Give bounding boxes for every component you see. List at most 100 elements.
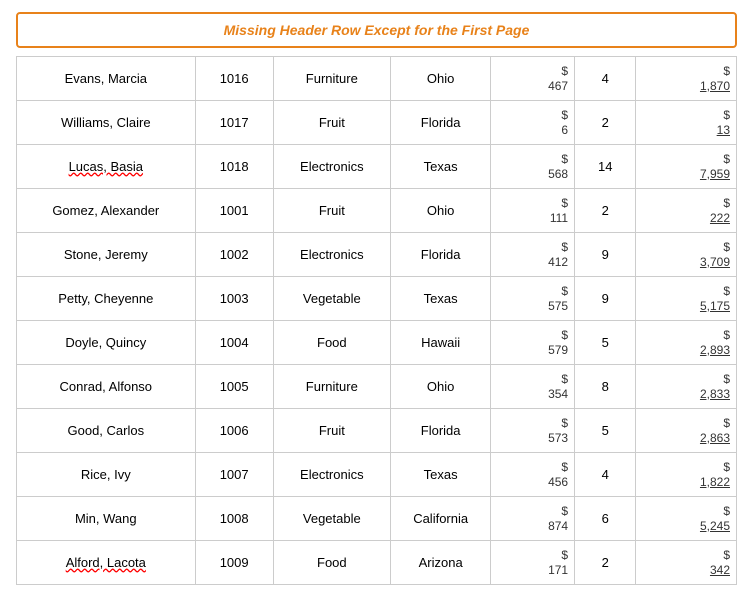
cell-category: Electronics: [273, 233, 390, 277]
cell-name: Petty, Cheyenne: [17, 277, 196, 321]
cell-state: Texas: [390, 145, 490, 189]
cell-id: 1008: [195, 497, 273, 541]
cell-price: $575: [491, 277, 575, 321]
cell-price: $456: [491, 453, 575, 497]
cell-qty: 2: [575, 101, 636, 145]
cell-state: Ohio: [390, 189, 490, 233]
cell-qty: 9: [575, 277, 636, 321]
cell-total: $5,175: [636, 277, 737, 321]
cell-qty: 5: [575, 321, 636, 365]
cell-qty: 4: [575, 57, 636, 101]
cell-state: Ohio: [390, 57, 490, 101]
cell-id: 1007: [195, 453, 273, 497]
table-row: Lucas, Basia1018ElectronicsTexas$56814$7…: [17, 145, 737, 189]
table-row: Stone, Jeremy1002ElectronicsFlorida$4129…: [17, 233, 737, 277]
cell-state: Florida: [390, 233, 490, 277]
cell-price: $568: [491, 145, 575, 189]
table-row: Evans, Marcia1016FurnitureOhio$4674$1,87…: [17, 57, 737, 101]
cell-state: Texas: [390, 453, 490, 497]
cell-category: Vegetable: [273, 497, 390, 541]
cell-id: 1004: [195, 321, 273, 365]
cell-price: $467: [491, 57, 575, 101]
table-row: Alford, Lacota1009FoodArizona$1712$342: [17, 541, 737, 585]
table-row: Gomez, Alexander1001FruitOhio$1112$222: [17, 189, 737, 233]
cell-category: Fruit: [273, 189, 390, 233]
cell-id: 1017: [195, 101, 273, 145]
cell-id: 1006: [195, 409, 273, 453]
cell-total: $3,709: [636, 233, 737, 277]
cell-id: 1016: [195, 57, 273, 101]
table-row: Conrad, Alfonso1005FurnitureOhio$3548$2,…: [17, 365, 737, 409]
cell-category: Fruit: [273, 101, 390, 145]
cell-name: Good, Carlos: [17, 409, 196, 453]
table-row: Good, Carlos1006FruitFlorida$5735$2,863: [17, 409, 737, 453]
table-row: Williams, Claire1017FruitFlorida$62$13: [17, 101, 737, 145]
cell-category: Electronics: [273, 453, 390, 497]
table-row: Min, Wang1008VegetableCalifornia$8746$5,…: [17, 497, 737, 541]
cell-state: California: [390, 497, 490, 541]
cell-id: 1018: [195, 145, 273, 189]
cell-state: Texas: [390, 277, 490, 321]
header-box: Missing Header Row Except for the First …: [16, 12, 737, 48]
cell-id: 1009: [195, 541, 273, 585]
data-table: Evans, Marcia1016FurnitureOhio$4674$1,87…: [16, 56, 737, 585]
header-title: Missing Header Row Except for the First …: [224, 22, 530, 38]
cell-total: $342: [636, 541, 737, 585]
cell-state: Hawaii: [390, 321, 490, 365]
cell-price: $111: [491, 189, 575, 233]
cell-state: Ohio: [390, 365, 490, 409]
table-row: Petty, Cheyenne1003VegetableTexas$5759$5…: [17, 277, 737, 321]
cell-category: Vegetable: [273, 277, 390, 321]
cell-name: Evans, Marcia: [17, 57, 196, 101]
cell-price: $573: [491, 409, 575, 453]
cell-price: $6: [491, 101, 575, 145]
cell-qty: 2: [575, 541, 636, 585]
cell-qty: 5: [575, 409, 636, 453]
cell-total: $222: [636, 189, 737, 233]
cell-total: $1,870: [636, 57, 737, 101]
cell-total: $7,959: [636, 145, 737, 189]
cell-name: Stone, Jeremy: [17, 233, 196, 277]
cell-name: Doyle, Quincy: [17, 321, 196, 365]
cell-price: $171: [491, 541, 575, 585]
table-row: Rice, Ivy1007ElectronicsTexas$4564$1,822: [17, 453, 737, 497]
cell-id: 1001: [195, 189, 273, 233]
cell-category: Electronics: [273, 145, 390, 189]
cell-state: Florida: [390, 409, 490, 453]
cell-price: $354: [491, 365, 575, 409]
cell-qty: 9: [575, 233, 636, 277]
cell-name: Rice, Ivy: [17, 453, 196, 497]
cell-name: Alford, Lacota: [17, 541, 196, 585]
cell-name: Gomez, Alexander: [17, 189, 196, 233]
cell-id: 1002: [195, 233, 273, 277]
cell-total: $1,822: [636, 453, 737, 497]
cell-name: Lucas, Basia: [17, 145, 196, 189]
cell-qty: 8: [575, 365, 636, 409]
cell-category: Food: [273, 321, 390, 365]
cell-category: Food: [273, 541, 390, 585]
cell-id: 1003: [195, 277, 273, 321]
cell-category: Fruit: [273, 409, 390, 453]
cell-price: $412: [491, 233, 575, 277]
cell-category: Furniture: [273, 57, 390, 101]
cell-state: Florida: [390, 101, 490, 145]
cell-qty: 14: [575, 145, 636, 189]
page-wrapper: Missing Header Row Except for the First …: [0, 0, 753, 597]
cell-price: $579: [491, 321, 575, 365]
cell-name: Conrad, Alfonso: [17, 365, 196, 409]
cell-category: Furniture: [273, 365, 390, 409]
cell-total: $2,863: [636, 409, 737, 453]
cell-qty: 2: [575, 189, 636, 233]
cell-total: $2,833: [636, 365, 737, 409]
cell-total: $2,893: [636, 321, 737, 365]
cell-price: $874: [491, 497, 575, 541]
table-row: Doyle, Quincy1004FoodHawaii$5795$2,893: [17, 321, 737, 365]
cell-id: 1005: [195, 365, 273, 409]
cell-name: Min, Wang: [17, 497, 196, 541]
cell-qty: 6: [575, 497, 636, 541]
cell-state: Arizona: [390, 541, 490, 585]
cell-name: Williams, Claire: [17, 101, 196, 145]
cell-qty: 4: [575, 453, 636, 497]
cell-total: $13: [636, 101, 737, 145]
cell-total: $5,245: [636, 497, 737, 541]
